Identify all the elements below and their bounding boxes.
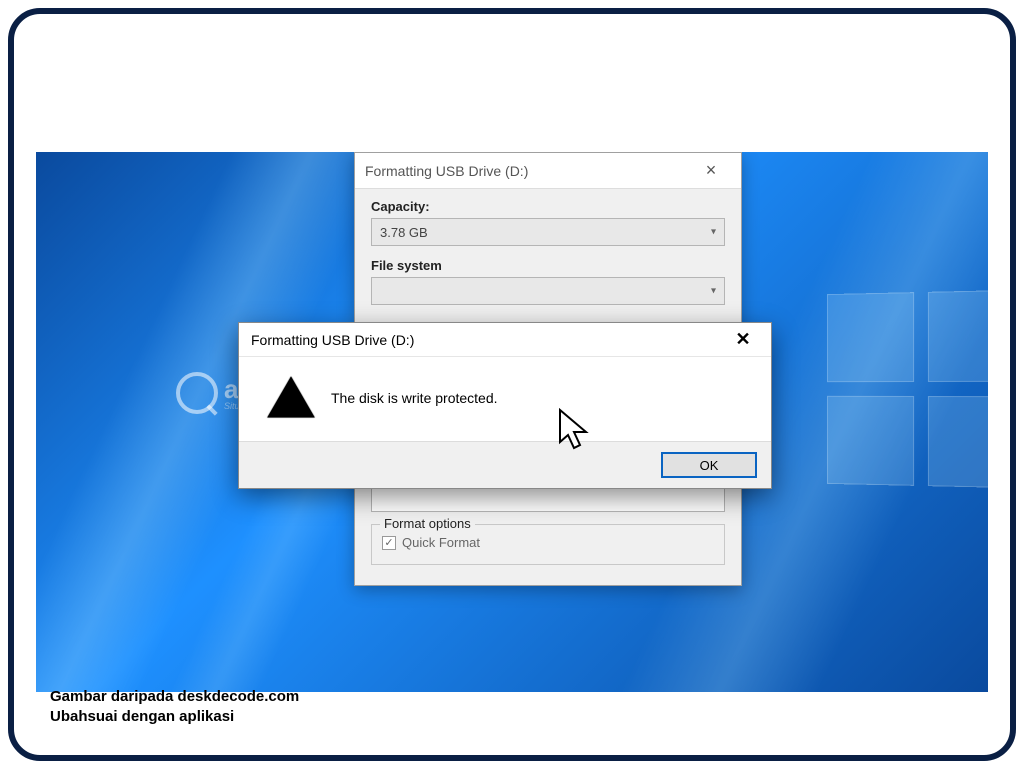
image-caption: Gambar daripada deskdecode.com Ubahsuai … xyxy=(50,687,299,728)
card-frame: ari Tekno Situs Teknologi Paling Dicari … xyxy=(8,8,1016,761)
quick-format-label: Quick Format xyxy=(402,535,480,550)
format-options-group: Format options ✓ Quick Format xyxy=(371,524,725,565)
format-options-legend: Format options xyxy=(380,516,475,531)
volume-label-input[interactable] xyxy=(371,486,725,512)
file-system-dropdown[interactable]: ▾ xyxy=(371,277,725,305)
close-icon[interactable]: × xyxy=(691,160,731,181)
caption-line-2: Ubahsuai dengan aplikasi xyxy=(50,707,299,727)
magnifier-icon xyxy=(176,372,218,414)
chevron-down-icon: ▾ xyxy=(711,227,716,238)
top-white-bar xyxy=(36,54,988,146)
format-dialog-titlebar[interactable]: Formatting USB Drive (D:) × xyxy=(355,153,741,189)
error-dialog-titlebar[interactable]: Formatting USB Drive (D:) ✕ xyxy=(239,323,771,357)
warning-icon: ! xyxy=(269,379,313,417)
error-dialog-title: Formatting USB Drive (D:) xyxy=(251,332,723,348)
caption-line-1: Gambar daripada deskdecode.com xyxy=(50,687,299,707)
ok-button[interactable]: OK xyxy=(661,452,757,478)
error-message: The disk is write protected. xyxy=(331,390,498,406)
capacity-value: 3.78 GB xyxy=(380,225,428,240)
close-icon[interactable]: ✕ xyxy=(723,329,763,350)
format-dialog-title: Formatting USB Drive (D:) xyxy=(365,163,691,179)
desktop-background: ari Tekno Situs Teknologi Paling Dicari … xyxy=(36,152,988,692)
error-dialog: Formatting USB Drive (D:) ✕ ! The disk i… xyxy=(238,322,772,489)
capacity-label: Capacity: xyxy=(371,199,725,214)
quick-format-checkbox[interactable]: ✓ xyxy=(382,536,396,550)
chevron-down-icon: ▾ xyxy=(711,286,716,297)
file-system-label: File system xyxy=(371,258,725,273)
windows-logo-squares xyxy=(827,290,988,488)
capacity-dropdown[interactable]: 3.78 GB ▾ xyxy=(371,218,725,246)
